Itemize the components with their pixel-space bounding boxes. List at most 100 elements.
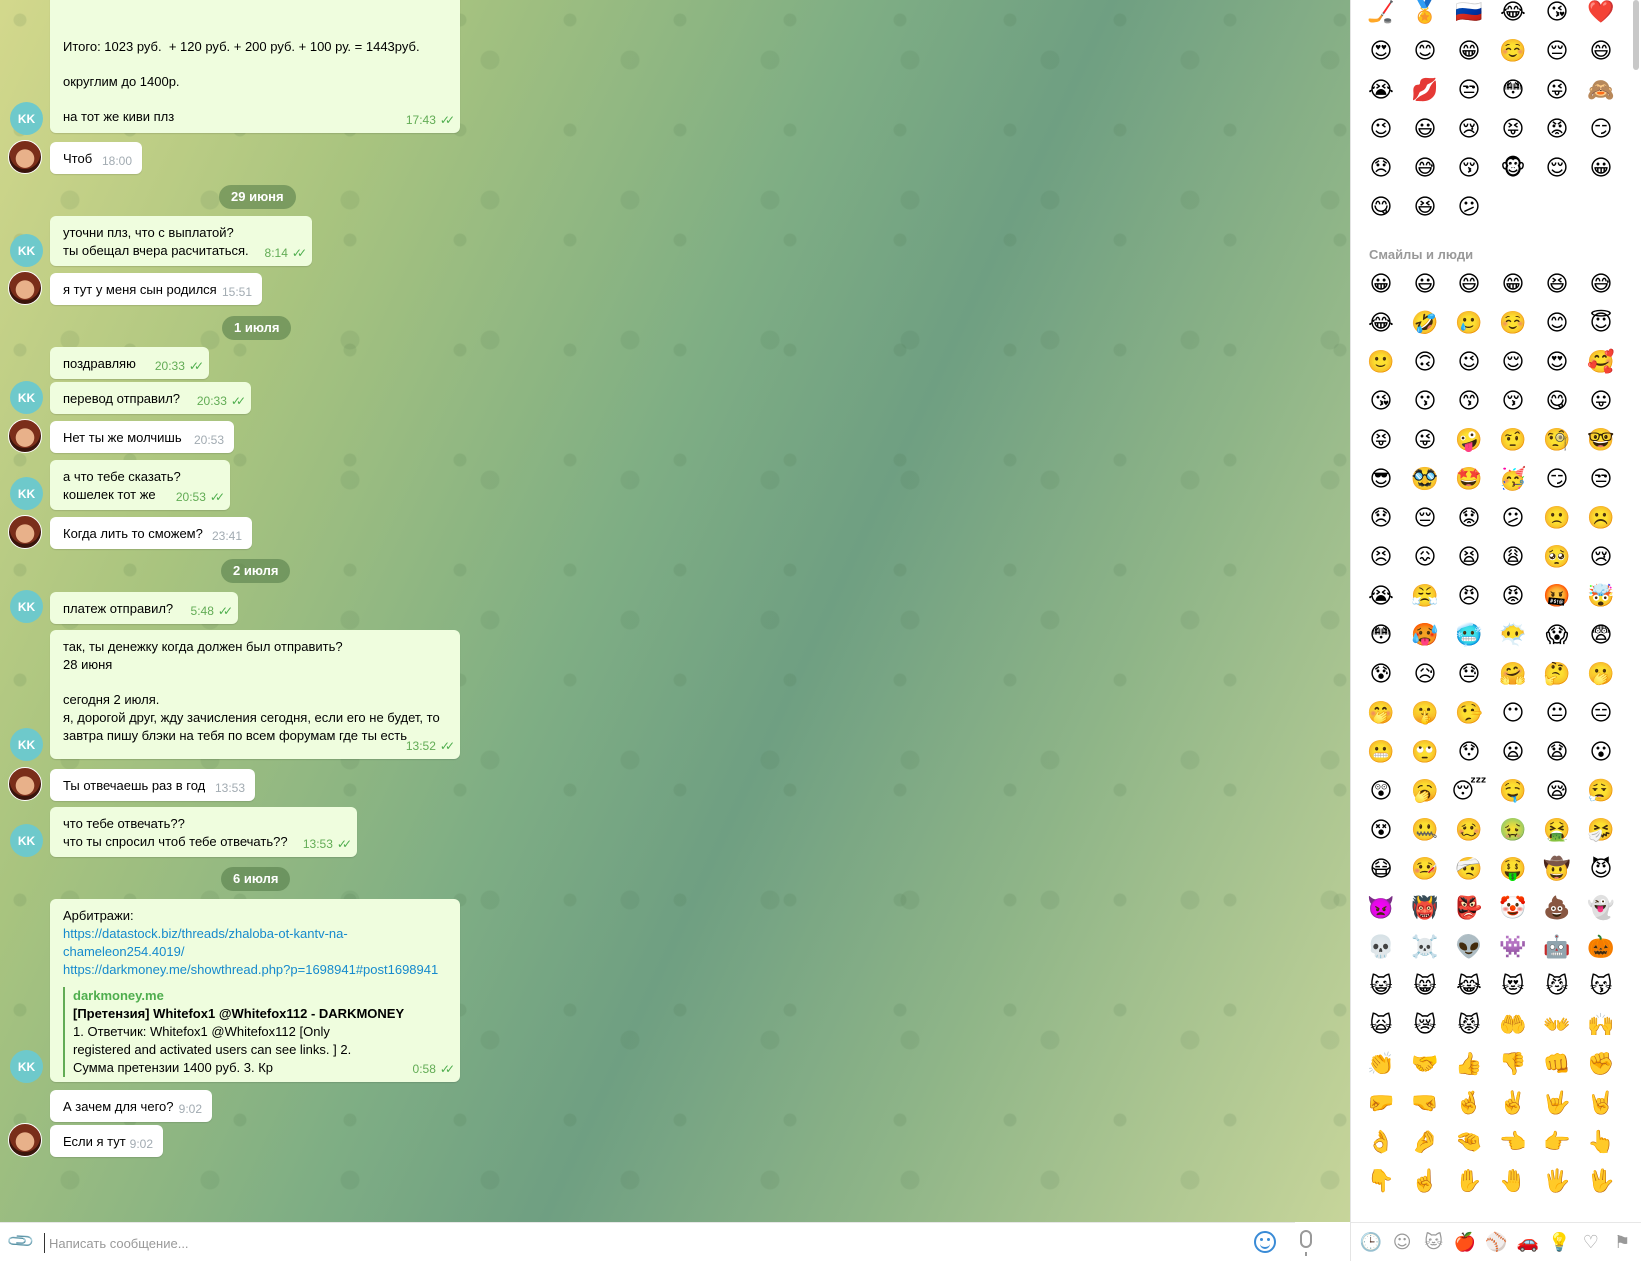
emoji-item[interactable]: 🤩 — [1447, 460, 1491, 499]
emoji-item[interactable]: ❤️ — [1579, 0, 1623, 32]
emoji-item[interactable]: 🤨 — [1491, 421, 1535, 460]
emoji-item[interactable]: 👏 — [1359, 1045, 1403, 1084]
emoji-item[interactable]: 😊 — [1535, 304, 1579, 343]
emoji-item[interactable]: 😄 — [1579, 32, 1623, 71]
message-bubble[interactable]: я тут у меня сын родился 15:51 — [50, 273, 262, 305]
emoji-item[interactable]: 😄 — [1447, 265, 1491, 304]
tab-food-icon[interactable]: 🍎 — [1453, 1230, 1477, 1254]
message-bubble[interactable]: Арбитражи: https://datastock.biz/threads… — [50, 899, 460, 1082]
emoji-item[interactable]: 😶 — [1491, 694, 1535, 733]
emoji-item[interactable]: 🤯 — [1579, 577, 1623, 616]
emoji-item[interactable]: 😯 — [1447, 733, 1491, 772]
emoji-item[interactable]: 😵 — [1359, 811, 1403, 850]
avatar[interactable]: KK — [10, 1050, 43, 1083]
emoji-item[interactable]: 🤌 — [1403, 1123, 1447, 1162]
emoji-item[interactable]: 😿 — [1403, 1006, 1447, 1045]
emoji-item[interactable]: 🤖 — [1535, 928, 1579, 967]
emoji-item[interactable]: 🤭 — [1359, 694, 1403, 733]
avatar[interactable] — [8, 271, 42, 305]
emoji-item[interactable]: 😶‍🌫️ — [1491, 616, 1535, 655]
emoji-item[interactable]: 😓 — [1447, 655, 1491, 694]
emoji-item[interactable]: 😍 — [1535, 343, 1579, 382]
emoji-item[interactable]: 😃 — [1403, 265, 1447, 304]
emoji-item[interactable]: 😹 — [1447, 967, 1491, 1006]
emoji-item[interactable]: 😰 — [1359, 655, 1403, 694]
emoji-item[interactable]: 🥰 — [1579, 343, 1623, 382]
tab-people-icon[interactable]: ☺ — [1390, 1230, 1414, 1254]
emoji-item[interactable]: 👾 — [1491, 928, 1535, 967]
avatar[interactable]: KK — [10, 824, 43, 857]
emoji-item[interactable]: 🤔 — [1535, 655, 1579, 694]
emoji-item[interactable]: 😳 — [1491, 71, 1535, 110]
emoji-item[interactable]: 😐 — [1535, 694, 1579, 733]
emoji-item[interactable]: ☠️ — [1403, 928, 1447, 967]
emoji-item[interactable]: 🙈 — [1579, 71, 1623, 110]
emoji-item[interactable]: 😘 — [1359, 382, 1403, 421]
emoji-item[interactable]: 😸 — [1403, 967, 1447, 1006]
message-bubble[interactable]: Ты отвечаешь раз в год 13:53 — [50, 769, 255, 801]
emoji-item[interactable]: 😑 — [1579, 694, 1623, 733]
message-bubble[interactable]: поздравляю 20:33 ✓✓ — [50, 347, 209, 379]
emoji-item[interactable]: 😋 — [1359, 188, 1403, 227]
avatar[interactable] — [8, 1123, 42, 1157]
emoji-item[interactable]: ✋ — [1447, 1162, 1491, 1201]
emoji-item[interactable]: 💋 — [1403, 71, 1447, 110]
emoji-item[interactable]: 😘 — [1535, 0, 1579, 32]
emoji-item[interactable]: 🤑 — [1491, 850, 1535, 889]
emoji-item[interactable]: 😞 — [1359, 149, 1403, 188]
emoji-item[interactable]: 🥴 — [1447, 811, 1491, 850]
emoji-item[interactable]: 😕 — [1491, 499, 1535, 538]
emoji-item[interactable]: 😔 — [1535, 32, 1579, 71]
emoji-item[interactable]: 😧 — [1535, 733, 1579, 772]
emoji-item[interactable]: 🥺 — [1535, 538, 1579, 577]
emoji-item[interactable]: 😉 — [1447, 343, 1491, 382]
emoji-item[interactable]: 👿 — [1359, 889, 1403, 928]
emoji-item[interactable]: 😂 — [1491, 0, 1535, 32]
emoji-item[interactable]: 😨 — [1579, 616, 1623, 655]
emoji-item[interactable]: 🤒 — [1403, 850, 1447, 889]
link[interactable]: https://darkmoney.me/showthread.php?p=16… — [63, 962, 438, 977]
emoji-item[interactable]: 😆 — [1535, 265, 1579, 304]
emoji-item[interactable]: 🤠 — [1535, 850, 1579, 889]
emoji-item[interactable]: 😽 — [1579, 967, 1623, 1006]
emoji-item[interactable]: 😁 — [1447, 32, 1491, 71]
emoji-item[interactable]: 😝 — [1491, 110, 1535, 149]
emoji-item[interactable]: 😒 — [1447, 71, 1491, 110]
emoji-item[interactable]: 🖐️ — [1535, 1162, 1579, 1201]
microphone-icon[interactable] — [1300, 1230, 1312, 1256]
emoji-item[interactable]: 😛 — [1579, 382, 1623, 421]
tab-flags-icon[interactable]: ⚑ — [1610, 1230, 1634, 1254]
avatar[interactable] — [8, 515, 42, 549]
emoji-item[interactable]: 😫 — [1447, 538, 1491, 577]
emoji-item[interactable]: 🙀 — [1359, 1006, 1403, 1045]
emoji-item[interactable]: 😜 — [1403, 421, 1447, 460]
emoji-item[interactable]: 😟 — [1447, 499, 1491, 538]
emoji-item[interactable]: 🤐 — [1403, 811, 1447, 850]
tab-symbols-icon[interactable]: ♡ — [1579, 1230, 1603, 1254]
emoji-item[interactable]: 😏 — [1579, 110, 1623, 149]
emoji-item[interactable]: 🫢 — [1579, 655, 1623, 694]
emoji-item[interactable]: 🤗 — [1491, 655, 1535, 694]
emoji-item[interactable]: 🤧 — [1579, 811, 1623, 850]
link[interactable]: chameleon254.4019/ — [63, 944, 184, 959]
emoji-item[interactable]: 😚 — [1447, 149, 1491, 188]
emoji-item[interactable]: 😌 — [1535, 149, 1579, 188]
emoji-item[interactable]: 🥸 — [1403, 460, 1447, 499]
emoji-item[interactable]: 🤝 — [1403, 1045, 1447, 1084]
emoji-item[interactable]: 😂 — [1359, 304, 1403, 343]
emoji-item[interactable]: 🤢 — [1491, 811, 1535, 850]
emoji-item[interactable]: 😭 — [1359, 577, 1403, 616]
avatar[interactable] — [8, 419, 42, 453]
emoji-item[interactable]: 👈 — [1491, 1123, 1535, 1162]
message-bubble[interactable]: А зачем для чего? 9:02 — [50, 1090, 212, 1122]
emoji-item[interactable]: 🙄 — [1403, 733, 1447, 772]
emoji-item[interactable]: 🤫 — [1403, 694, 1447, 733]
emoji-item[interactable]: ☹️ — [1579, 499, 1623, 538]
avatar[interactable]: KK — [10, 102, 43, 135]
emoji-item[interactable]: 🤪 — [1447, 421, 1491, 460]
emoji-item[interactable]: 😡 — [1491, 577, 1535, 616]
emoji-item[interactable]: 🏅 — [1403, 0, 1447, 32]
emoji-item[interactable]: 😦 — [1491, 733, 1535, 772]
avatar[interactable]: KK — [10, 381, 43, 414]
emoji-item[interactable]: 👌 — [1359, 1123, 1403, 1162]
